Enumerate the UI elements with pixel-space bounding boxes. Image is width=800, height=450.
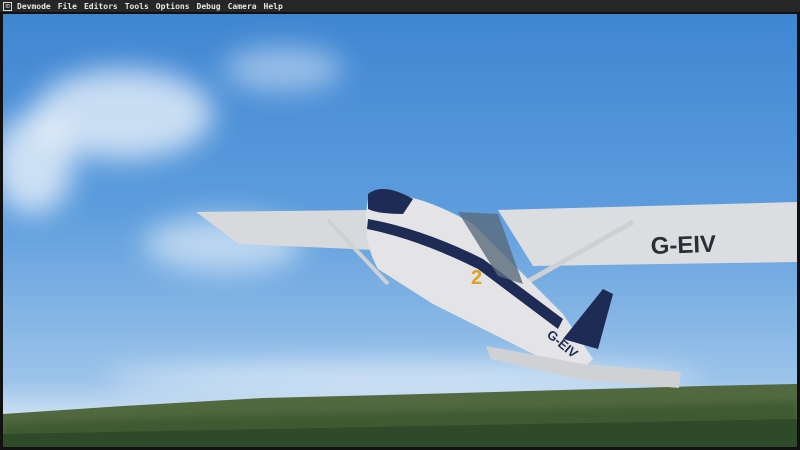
right-wing [498, 202, 797, 266]
menu-bar: ⊡ Devmode File Editors Tools Options Deb… [0, 0, 800, 12]
menu-help[interactable]: Help [264, 2, 283, 11]
fuselage-number: 2 [471, 267, 482, 289]
scene: G-EIV 2 G-EIV [3, 47, 797, 447]
wing-registration: G-EIV [650, 231, 716, 260]
menu-tools[interactable]: Tools [125, 2, 149, 11]
aircraft: G-EIV 2 G-EIV [196, 189, 797, 388]
menu-file[interactable]: File [58, 2, 77, 11]
menu-debug[interactable]: Debug [197, 2, 221, 11]
simulator-viewport[interactable]: G-EIV 2 G-EIV [3, 14, 797, 447]
menu-options[interactable]: Options [156, 2, 190, 11]
devmode-logo-icon[interactable]: ⊡ [3, 1, 12, 11]
menu-devmode[interactable]: Devmode [17, 2, 51, 11]
menu-editors[interactable]: Editors [84, 2, 118, 11]
menu-camera[interactable]: Camera [228, 2, 257, 11]
